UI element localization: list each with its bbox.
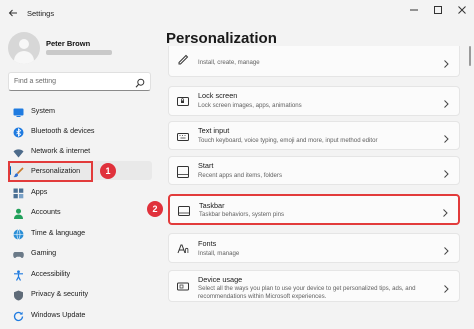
card-title: Lock screen: [198, 91, 238, 100]
user-email-redacted: [46, 50, 112, 55]
sidebar-item-label: Network & internet: [31, 146, 91, 155]
card-title: Start: [198, 161, 214, 170]
card-device-usage[interactable]: Device usage Select all the ways you pla…: [168, 270, 460, 302]
scrollbar[interactable]: [469, 46, 471, 66]
card-themes[interactable]: Install, create, manage: [168, 46, 460, 77]
sidebar-item-label: Accounts: [31, 207, 61, 216]
card-title: Text input: [198, 126, 230, 135]
chevron-right-icon: [441, 205, 449, 217]
apps-icon: [13, 186, 24, 199]
back-arrow-icon[interactable]: [6, 6, 20, 20]
globe-icon: [13, 227, 24, 240]
search-icon[interactable]: [135, 76, 145, 88]
sidebar-item-system[interactable]: System: [8, 101, 152, 120]
window-title: Settings: [27, 9, 55, 18]
fonts-icon: [177, 242, 189, 254]
card-subtitle: Install, create, manage: [198, 59, 260, 66]
chevron-right-icon: [442, 56, 450, 68]
sidebar-item-label: System: [31, 106, 55, 115]
card-title: Device usage: [198, 275, 243, 284]
pen-icon: [177, 53, 189, 65]
avatar-body: [14, 51, 34, 64]
card-subtitle: Select all the ways you plan to use your…: [198, 285, 416, 300]
close-icon[interactable]: [453, 3, 471, 17]
sidebar-item-label: Accessibility: [31, 269, 71, 278]
controller-icon: [13, 247, 24, 258]
sidebar-item-label: Windows Update: [31, 310, 86, 319]
sidebar-item-network[interactable]: Network & internet: [8, 141, 152, 160]
card-lock-screen[interactable]: Lock screen Lock screen images, apps, an…: [168, 86, 460, 116]
sidebar-item-label: Bluetooth & devices: [31, 126, 95, 135]
card-subtitle: Lock screen images, apps, animations: [198, 102, 302, 109]
sidebar-item-accessibility[interactable]: Accessibility: [8, 264, 152, 283]
sidebar-item-label: Time & language: [31, 228, 86, 237]
minimize-icon[interactable]: [405, 3, 423, 17]
sidebar-item-label: Gaming: [31, 248, 57, 257]
card-subtitle: Recent apps and items, folders: [198, 172, 283, 179]
title-bar: Settings: [0, 0, 474, 28]
card-start[interactable]: Start Recent apps and items, folders: [168, 156, 460, 185]
sidebar-item-label: Apps: [31, 187, 48, 196]
taskbar-icon: [178, 204, 190, 216]
sidebar-item-privacy-security[interactable]: Privacy & security: [8, 284, 152, 303]
user-name: Peter Brown: [46, 39, 91, 48]
shield-icon: [13, 288, 24, 301]
keyboard-icon: [177, 130, 189, 142]
update-icon: [13, 309, 24, 322]
chevron-right-icon: [442, 166, 450, 178]
avatar[interactable]: [8, 32, 40, 64]
wifi-icon: [13, 145, 24, 158]
search-input[interactable]: [14, 75, 132, 88]
sidebar-item-time-language[interactable]: Time & language: [8, 223, 152, 242]
person-icon: [13, 206, 24, 219]
card-subtitle: Taskbar behaviors, system pins: [199, 211, 285, 218]
monitor-icon: [13, 105, 24, 117]
step-badge-2: 2: [147, 201, 163, 217]
accessibility-icon: [13, 268, 24, 281]
card-taskbar[interactable]: Taskbar Taskbar behaviors, system pins: [168, 194, 460, 225]
chevron-right-icon: [442, 243, 450, 255]
chevron-right-icon: [442, 131, 450, 143]
card-subtitle: Install, manage: [198, 250, 240, 257]
chevron-right-icon: [442, 281, 450, 293]
card-fonts[interactable]: Fonts Install, manage: [168, 233, 460, 263]
lock-screen-icon: [177, 95, 189, 107]
device-usage-icon: [177, 280, 189, 292]
avatar-head: [19, 39, 29, 49]
card-title: Taskbar: [199, 201, 225, 210]
sidebar-item-windows-update[interactable]: Windows Update: [8, 305, 152, 324]
card-text-input[interactable]: Text input Touch keyboard, voice typing,…: [168, 121, 460, 150]
sidebar-item-gaming[interactable]: Gaming: [8, 243, 152, 262]
sidebar-item-apps[interactable]: Apps: [8, 182, 152, 201]
maximize-icon[interactable]: [429, 3, 447, 17]
sidebar-item-bluetooth[interactable]: Bluetooth & devices: [8, 121, 152, 140]
start-icon: [177, 165, 189, 178]
bluetooth-icon: [13, 125, 24, 138]
sidebar-item-accounts[interactable]: Accounts: [8, 202, 152, 221]
page-title: Personalization: [166, 30, 277, 47]
search-box[interactable]: [8, 72, 151, 91]
sidebar-item-label: Privacy & security: [31, 289, 89, 298]
card-subtitle: Touch keyboard, voice typing, emoji and …: [198, 137, 378, 144]
highlight-box-personalization: [8, 161, 93, 182]
step-badge-1: 1: [100, 163, 116, 179]
chevron-right-icon: [442, 96, 450, 108]
card-title: Fonts: [198, 239, 217, 248]
